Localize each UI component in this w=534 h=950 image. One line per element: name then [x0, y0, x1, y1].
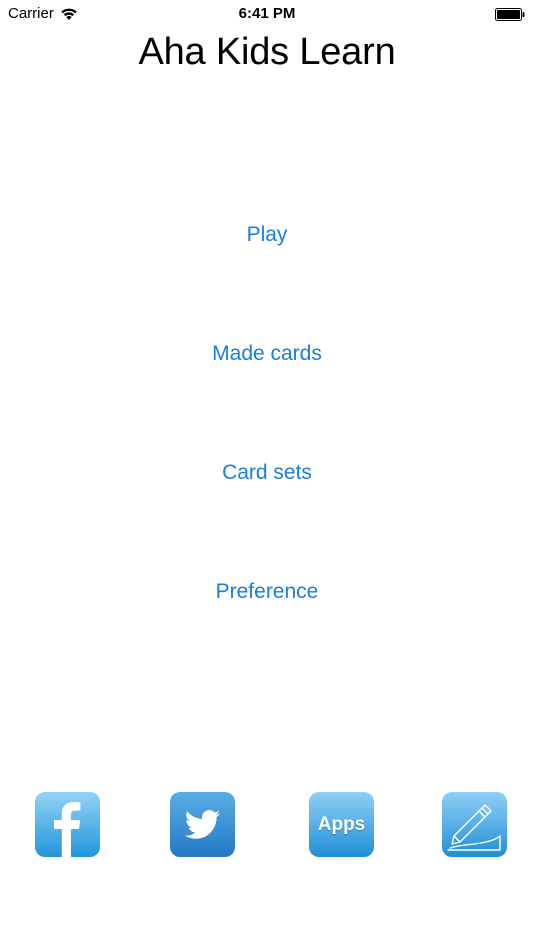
- apps-button[interactable]: Apps: [309, 792, 374, 857]
- edit-button[interactable]: [442, 792, 507, 857]
- card-sets-button[interactable]: Card sets: [0, 460, 534, 486]
- made-cards-button[interactable]: Made cards: [0, 341, 534, 367]
- play-button[interactable]: Play: [0, 222, 534, 248]
- facebook-button[interactable]: [35, 792, 100, 857]
- preference-button[interactable]: Preference: [0, 579, 534, 605]
- status-bar: Carrier 6:41 PM: [0, 0, 534, 28]
- facebook-icon: [35, 792, 100, 857]
- battery-icon: [495, 8, 525, 21]
- twitter-icon: [170, 792, 235, 857]
- pencil-edit-icon: [442, 792, 507, 857]
- status-time: 6:41 PM: [238, 5, 296, 22]
- twitter-button[interactable]: [170, 792, 235, 857]
- apps-label: Apps: [317, 813, 366, 835]
- page-title: Aha Kids Learn: [138, 31, 396, 73]
